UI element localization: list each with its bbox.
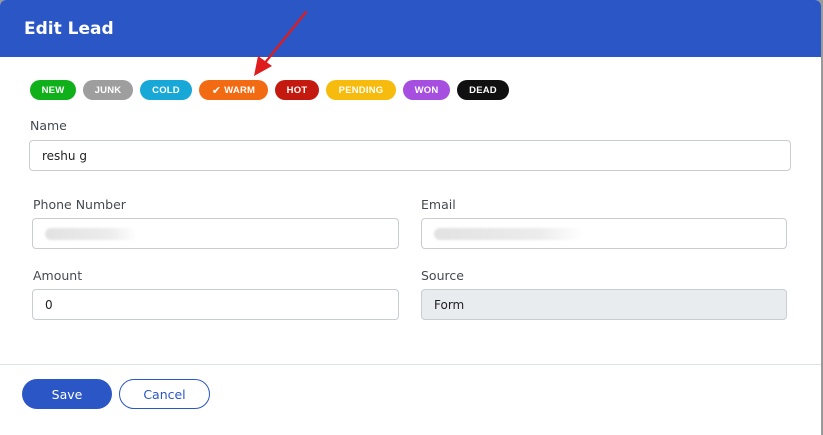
- name-field[interactable]: reshu g: [29, 140, 791, 171]
- status-chip-won[interactable]: WON: [403, 80, 450, 100]
- amount-label: Amount: [33, 268, 83, 283]
- save-button-label: Save: [51, 386, 83, 402]
- phone-number-label: Phone Number: [33, 197, 126, 212]
- status-chip-label: DEAD: [469, 84, 497, 96]
- name-field-value: reshu g: [42, 148, 87, 163]
- status-chip-dead[interactable]: DEAD: [457, 80, 509, 100]
- status-chip-new[interactable]: NEW: [30, 80, 76, 100]
- status-chip-hot[interactable]: HOT: [275, 80, 319, 100]
- edit-lead-modal: Edit Lead NEW JUNK COLD ✔ WARM HOT PENDI…: [0, 0, 821, 435]
- cancel-button[interactable]: Cancel: [119, 379, 210, 409]
- cancel-button-label: Cancel: [143, 386, 186, 402]
- status-chip-warm[interactable]: ✔ WARM: [199, 80, 268, 100]
- status-chip-row: NEW JUNK COLD ✔ WARM HOT PENDING WON DEA…: [30, 80, 509, 100]
- footer-divider: [0, 364, 821, 365]
- email-field[interactable]: [421, 218, 787, 249]
- redacted-email-value: [434, 228, 584, 240]
- status-chip-cold[interactable]: COLD: [140, 80, 192, 100]
- status-chip-pending[interactable]: PENDING: [326, 80, 396, 100]
- check-icon: ✔: [211, 84, 222, 97]
- status-chip-label: PENDING: [338, 84, 384, 96]
- amount-field[interactable]: 0: [32, 289, 399, 320]
- status-chip-label: WARM: [224, 84, 256, 96]
- source-label: Source: [421, 268, 464, 283]
- status-chip-label: WON: [414, 84, 439, 96]
- source-field: Form: [421, 289, 787, 320]
- redacted-phone-value: [45, 228, 137, 240]
- status-chip-label: HOT: [286, 84, 308, 96]
- status-chip-label: COLD: [152, 84, 180, 96]
- phone-number-field[interactable]: [32, 218, 399, 249]
- name-label: Name: [30, 118, 67, 133]
- save-button[interactable]: Save: [22, 379, 112, 409]
- status-chip-junk[interactable]: JUNK: [83, 80, 133, 100]
- modal-title: Edit Lead: [24, 18, 114, 39]
- status-chip-label: JUNK: [94, 84, 122, 96]
- amount-field-value: 0: [45, 297, 53, 312]
- email-label: Email: [421, 197, 456, 212]
- modal-header: Edit Lead: [0, 0, 821, 57]
- status-chip-label: NEW: [41, 84, 65, 96]
- source-field-value: Form: [434, 297, 465, 312]
